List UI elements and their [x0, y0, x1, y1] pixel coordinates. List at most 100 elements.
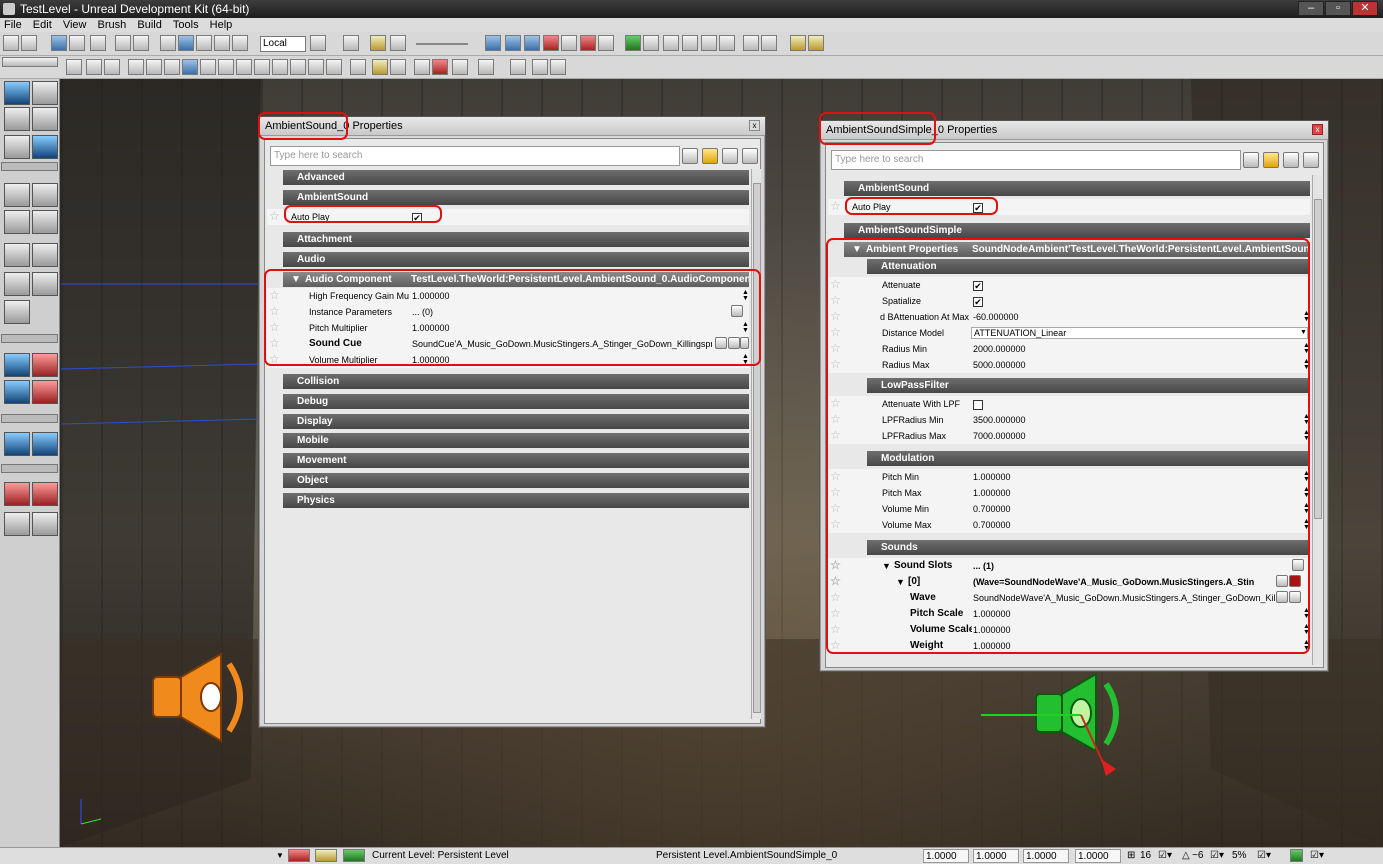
- curved-stair-brush-icon[interactable]: [4, 272, 30, 296]
- panel-collapse[interactable]: [1, 162, 58, 171]
- menu-build[interactable]: Build: [133, 19, 165, 31]
- scrollbar-thumb[interactable]: [753, 183, 761, 713]
- search-input[interactable]: Type here to search: [270, 146, 680, 166]
- lighting-icon[interactable]: [598, 35, 614, 51]
- texture-density-icon[interactable]: [236, 59, 252, 75]
- stair-brush-icon[interactable]: [4, 243, 30, 267]
- toolbar-collapse[interactable]: [2, 57, 58, 67]
- invert-selection-icon[interactable]: [32, 512, 58, 536]
- close-button[interactable]: ✕: [1352, 1, 1378, 16]
- category-display[interactable]: Display: [283, 414, 749, 429]
- group-icon[interactable]: [808, 35, 824, 51]
- menu-view[interactable]: View: [59, 19, 91, 31]
- play-on-pc-icon[interactable]: [643, 35, 659, 51]
- geometry-mode-icon[interactable]: [32, 81, 58, 105]
- level-browser-icon[interactable]: [315, 849, 337, 862]
- close-icon[interactable]: x: [749, 120, 760, 131]
- lightmap-density-icon[interactable]: [272, 59, 288, 75]
- star-icon[interactable]: ☆: [830, 200, 842, 212]
- terrain-mode-icon[interactable]: [4, 107, 30, 131]
- open-icon[interactable]: [21, 35, 37, 51]
- scrollbar-thumb[interactable]: [1314, 199, 1322, 519]
- category-attachment[interactable]: Attachment: [283, 232, 749, 247]
- lock-icon[interactable]: [722, 148, 738, 164]
- paths-icon[interactable]: [561, 35, 577, 51]
- kismet-icon[interactable]: [343, 35, 359, 51]
- level-visibility-icon[interactable]: [343, 849, 365, 862]
- menu-edit[interactable]: Edit: [29, 19, 56, 31]
- select-volume-icon[interactable]: [32, 432, 58, 456]
- scale-snap-checkbox[interactable]: ☑▾: [1257, 849, 1271, 863]
- lock-icon[interactable]: [1283, 152, 1299, 168]
- matinee-preview-icon[interactable]: [414, 59, 430, 75]
- vertical-scrollbar[interactable]: [751, 169, 761, 719]
- close-icon[interactable]: x: [1312, 124, 1323, 135]
- category-collision[interactable]: Collision: [283, 374, 749, 389]
- copy-icon[interactable]: [742, 148, 758, 164]
- grid-icon[interactable]: [743, 35, 759, 51]
- category-debug[interactable]: Debug: [283, 394, 749, 409]
- streaming-icon[interactable]: [432, 59, 448, 75]
- level-lock-icon[interactable]: [288, 849, 310, 862]
- cylinder-brush-icon[interactable]: [32, 210, 58, 234]
- level-dropdown-arrow-icon[interactable]: ▼: [276, 849, 284, 863]
- favorites-icon[interactable]: [1263, 152, 1279, 168]
- sheet-brush-icon[interactable]: [32, 243, 58, 267]
- scale-icon[interactable]: [214, 35, 230, 51]
- category-ambientsound[interactable]: AmbientSound: [283, 190, 749, 205]
- build-all-icon[interactable]: [580, 35, 596, 51]
- eye-icon[interactable]: [390, 59, 406, 75]
- sphere-brush-icon[interactable]: [4, 183, 30, 207]
- category-advanced[interactable]: Advanced: [283, 170, 749, 185]
- category-movement[interactable]: Movement: [283, 453, 749, 468]
- camera-speed-slider[interactable]: [416, 43, 468, 45]
- maximize-button[interactable]: ▫: [1325, 1, 1351, 16]
- drag-grid-y[interactable]: 1.0000: [973, 849, 1019, 863]
- star-icon[interactable]: ☆: [269, 210, 281, 222]
- vertical-scrollbar[interactable]: [1312, 175, 1322, 665]
- reflections-icon[interactable]: [290, 59, 306, 75]
- category-physics[interactable]: Physics: [283, 493, 749, 508]
- menu-brush[interactable]: Brush: [94, 19, 131, 31]
- menu-help[interactable]: Help: [206, 19, 237, 31]
- scene-manager-icon[interactable]: [524, 35, 540, 51]
- coord-system-select[interactable]: Local: [260, 36, 306, 52]
- menu-tools[interactable]: Tools: [169, 19, 203, 31]
- collision-icon[interactable]: [308, 59, 324, 75]
- drag-grid-z[interactable]: 1.0000: [1023, 849, 1069, 863]
- generic-browser-icon[interactable]: [505, 35, 521, 51]
- volumetric-brush-icon[interactable]: [32, 272, 58, 296]
- copy-icon[interactable]: [1303, 152, 1319, 168]
- grid-toggle-checkbox[interactable]: ☑▾: [1158, 849, 1172, 863]
- save-all-icon[interactable]: [69, 35, 85, 51]
- build-icon[interactable]: [543, 35, 559, 51]
- search-icon[interactable]: [1243, 152, 1259, 168]
- new-icon[interactable]: [3, 35, 19, 51]
- redo-icon[interactable]: [133, 35, 149, 51]
- cook-icon[interactable]: [663, 35, 679, 51]
- play-in-editor-icon[interactable]: [625, 35, 641, 51]
- shader-complexity-icon[interactable]: [254, 59, 270, 75]
- cone-brush-icon[interactable]: [32, 183, 58, 207]
- square-icon[interactable]: [478, 59, 494, 75]
- minimize-button[interactable]: –: [1298, 1, 1324, 16]
- maximize-viewport-icon[interactable]: [532, 59, 548, 75]
- unrealfrontend-icon[interactable]: [682, 35, 698, 51]
- mesh-paint-mode-icon[interactable]: [32, 135, 58, 159]
- deintersect-brush-icon[interactable]: [32, 380, 58, 404]
- autosave-checkbox[interactable]: ☑▾: [1310, 849, 1324, 863]
- unlit-icon[interactable]: [146, 59, 162, 75]
- bookmark-icon[interactable]: [370, 35, 386, 51]
- category-mobile[interactable]: Mobile: [283, 433, 749, 448]
- panel-collapse-3[interactable]: [1, 414, 58, 423]
- bsp-icon[interactable]: [326, 59, 342, 75]
- remote-icon[interactable]: [719, 35, 735, 51]
- move-mode-icon[interactable]: [32, 107, 58, 131]
- select-icon[interactable]: [160, 35, 176, 51]
- favorites-icon[interactable]: [702, 148, 718, 164]
- intersect-brush-icon[interactable]: [4, 380, 30, 404]
- scale-nonuniform-icon[interactable]: [232, 35, 248, 51]
- drag-grid-w[interactable]: 1.0000: [1075, 849, 1121, 863]
- snap-icon[interactable]: [761, 35, 777, 51]
- lighting-only-icon[interactable]: [200, 59, 216, 75]
